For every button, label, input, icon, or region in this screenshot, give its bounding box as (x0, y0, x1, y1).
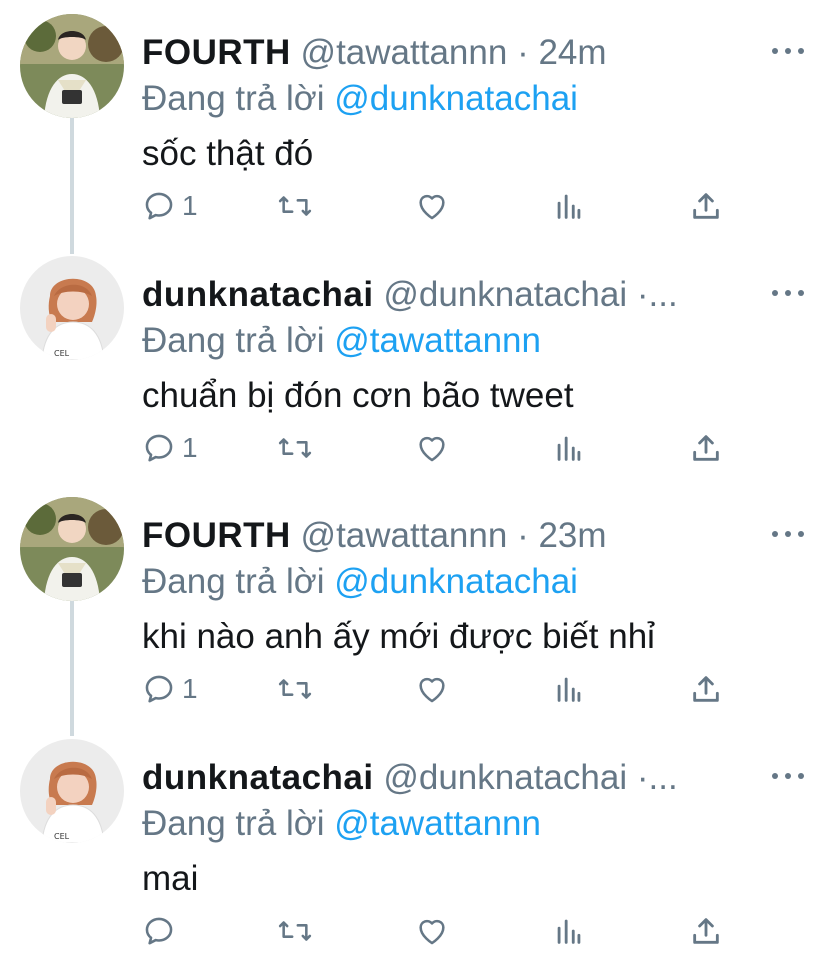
replying-to-mention[interactable]: @tawattannn (334, 804, 541, 843)
like-button[interactable] (414, 428, 450, 468)
display-name[interactable]: FOURTH (142, 33, 291, 72)
replying-to: Đang trả lời @dunknatachai (142, 78, 578, 120)
timestamp[interactable]: 24m (538, 33, 606, 72)
user-handle[interactable]: @tawattannn (301, 33, 508, 72)
more-icon[interactable] (772, 38, 804, 68)
svg-text:CEL: CEL (54, 832, 70, 841)
like-button[interactable] (414, 186, 450, 226)
separator: · (517, 33, 529, 72)
share-icon (690, 914, 722, 948)
tweet-text: khi nào anh ấy mới được biết nhỉ (142, 617, 655, 656)
display-name[interactable]: FOURTH (142, 516, 291, 555)
analytics-icon (554, 431, 584, 465)
tweet[interactable]: CEL dunknatachai @dunknatachai ·... Đang… (0, 256, 828, 476)
reply-button[interactable] (142, 911, 182, 951)
replying-to-label: Đang trả lời (142, 321, 325, 360)
reply-button[interactable]: 1 (142, 428, 198, 468)
user-handle[interactable]: @tawattannn (301, 516, 508, 555)
analytics-button[interactable] (554, 428, 584, 468)
reply-count: 1 (182, 432, 198, 463)
reply-icon (142, 431, 176, 465)
share-button[interactable] (690, 186, 722, 226)
reply-icon (142, 914, 176, 948)
more-icon[interactable] (772, 521, 804, 551)
retweet-button[interactable] (276, 428, 314, 468)
separator: ·... (636, 758, 678, 797)
separator: ·... (636, 275, 678, 314)
more-icon[interactable] (772, 280, 804, 310)
tweet-actions: 1 (142, 669, 742, 709)
fourth-avatar[interactable] (20, 497, 124, 601)
analytics-icon (554, 189, 584, 223)
retweet-button[interactable] (276, 669, 314, 709)
analytics-button[interactable] (554, 186, 584, 226)
like-button[interactable] (414, 669, 450, 709)
replying-to: Đang trả lời @tawattannn (142, 320, 541, 362)
share-button[interactable] (690, 428, 722, 468)
replying-to: Đang trả lời @tawattannn (142, 803, 541, 845)
timestamp[interactable]: 23m (538, 516, 606, 555)
display-name[interactable]: dunknatachai (142, 758, 374, 797)
replying-to-mention[interactable]: @dunknatachai (334, 79, 578, 118)
tweet-actions: 1 (142, 186, 742, 226)
like-icon (414, 431, 450, 465)
fourth-avatar[interactable] (20, 14, 124, 118)
analytics-icon (554, 914, 584, 948)
more-icon[interactable] (772, 763, 804, 793)
like-icon (414, 189, 450, 223)
replying-to: Đang trả lời @dunknatachai (142, 561, 578, 603)
reply-button[interactable]: 1 (142, 186, 198, 226)
tweet-actions: 1 (142, 428, 742, 468)
replying-to-mention[interactable]: @tawattannn (334, 321, 541, 360)
reply-icon (142, 189, 176, 223)
dunk-avatar[interactable]: CEL (20, 739, 124, 843)
tweet-header: dunknatachai @dunknatachai ·... (142, 274, 742, 316)
retweet-icon (276, 914, 314, 948)
tweet-header: FOURTH @tawattannn · 24m (142, 32, 742, 74)
like-icon (414, 914, 450, 948)
reply-button[interactable]: 1 (142, 669, 198, 709)
share-button[interactable] (690, 911, 722, 951)
like-icon (414, 672, 450, 706)
share-icon (690, 431, 722, 465)
user-handle[interactable]: @dunknatachai (383, 275, 627, 314)
tweet[interactable]: CEL dunknatachai @dunknatachai ·... Đang… (0, 739, 828, 959)
tweet-header: dunknatachai @dunknatachai ·... (142, 757, 742, 799)
tweet-text: chuẩn bị đón cơn bão tweet (142, 376, 574, 415)
tweet-text: sốc thật đó (142, 134, 314, 173)
reply-count: 1 (182, 190, 198, 221)
analytics-button[interactable] (554, 911, 584, 951)
replying-to-label: Đang trả lời (142, 562, 325, 601)
share-icon (690, 672, 722, 706)
tweet-actions (142, 911, 742, 951)
reply-count: 1 (182, 673, 198, 704)
retweet-button[interactable] (276, 911, 314, 951)
replying-to-mention[interactable]: @dunknatachai (334, 562, 578, 601)
user-handle[interactable]: @dunknatachai (383, 758, 627, 797)
like-button[interactable] (414, 911, 450, 951)
retweet-button[interactable] (276, 186, 314, 226)
retweet-icon (276, 431, 314, 465)
analytics-icon (554, 672, 584, 706)
replying-to-label: Đang trả lời (142, 79, 325, 118)
separator: · (517, 516, 529, 555)
replying-to-label: Đang trả lời (142, 804, 325, 843)
tweet[interactable]: FOURTH @tawattannn · 23m Đang trả lời @d… (0, 497, 828, 717)
analytics-button[interactable] (554, 669, 584, 709)
dunk-avatar[interactable]: CEL (20, 256, 124, 360)
svg-text:CEL: CEL (54, 349, 70, 358)
tweet[interactable]: FOURTH @tawattannn · 24m Đang trả lời @d… (0, 14, 828, 234)
retweet-icon (276, 672, 314, 706)
share-button[interactable] (690, 669, 722, 709)
display-name[interactable]: dunknatachai (142, 275, 374, 314)
tweet-header: FOURTH @tawattannn · 23m (142, 515, 742, 557)
share-icon (690, 189, 722, 223)
tweet-text: mai (142, 859, 199, 898)
retweet-icon (276, 189, 314, 223)
reply-icon (142, 672, 176, 706)
